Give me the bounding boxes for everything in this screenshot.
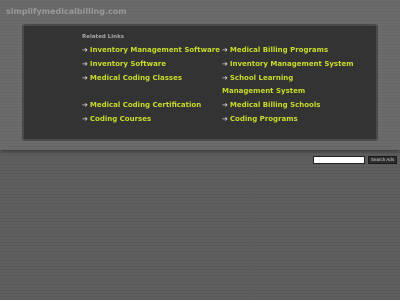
related-link-coding-programs[interactable]: ➔ Coding Programs <box>222 113 362 126</box>
link-label: Coding Courses <box>89 115 152 123</box>
search-ads-button[interactable]: Search Ads <box>368 156 397 164</box>
related-link-inventory-management-software[interactable]: ➔ Inventory Management Software <box>82 44 222 57</box>
related-link-school-learning-management-system[interactable]: ➔ School Learning Management System <box>222 72 347 98</box>
link-label: Medical Coding Certification <box>89 101 202 109</box>
link-label: Medical Coding Classes <box>89 74 183 82</box>
related-link-inventory-management-system[interactable]: ➔ Inventory Management System <box>222 58 362 71</box>
link-label: Inventory Management Software <box>89 46 220 54</box>
link-label: Inventory Software <box>89 60 166 68</box>
arrow-right-icon: ➔ <box>222 74 228 82</box>
top-band: simplifymedicalbilling.com Related Links… <box>0 0 400 150</box>
arrow-right-icon: ➔ <box>82 101 88 109</box>
link-label: Coding Programs <box>229 115 298 123</box>
arrow-right-icon: ➔ <box>222 101 228 109</box>
link-label: Inventory Management System <box>229 60 354 68</box>
arrow-right-icon: ➔ <box>222 60 228 68</box>
link-label: School Learning Management System <box>222 74 306 95</box>
related-link-medical-coding-certification[interactable]: ➔ Medical Coding Certification <box>82 99 222 112</box>
related-link-inventory-software[interactable]: ➔ Inventory Software <box>82 58 222 71</box>
arrow-right-icon: ➔ <box>82 74 88 82</box>
arrow-right-icon: ➔ <box>82 115 88 123</box>
related-links-panel: Related Links ➔ Inventory Management Soft… <box>22 24 378 141</box>
arrow-right-icon: ➔ <box>222 115 228 123</box>
related-links-title: Related Links <box>82 34 125 40</box>
link-label: Medical Billing Programs <box>229 46 329 54</box>
search-input[interactable] <box>313 156 365 164</box>
link-label: Medical Billing Schools <box>229 101 321 109</box>
related-link-medical-coding-classes[interactable]: ➔ Medical Coding Classes <box>82 72 222 85</box>
related-link-medical-billing-schools[interactable]: ➔ Medical Billing Schools <box>222 99 362 112</box>
related-link-coding-courses[interactable]: ➔ Coding Courses <box>82 113 222 126</box>
domain-title: simplifymedicalbilling.com <box>6 7 127 16</box>
arrow-right-icon: ➔ <box>222 46 228 54</box>
related-link-medical-billing-programs[interactable]: ➔ Medical Billing Programs <box>222 44 362 57</box>
arrow-right-icon: ➔ <box>82 60 88 68</box>
arrow-right-icon: ➔ <box>82 46 88 54</box>
